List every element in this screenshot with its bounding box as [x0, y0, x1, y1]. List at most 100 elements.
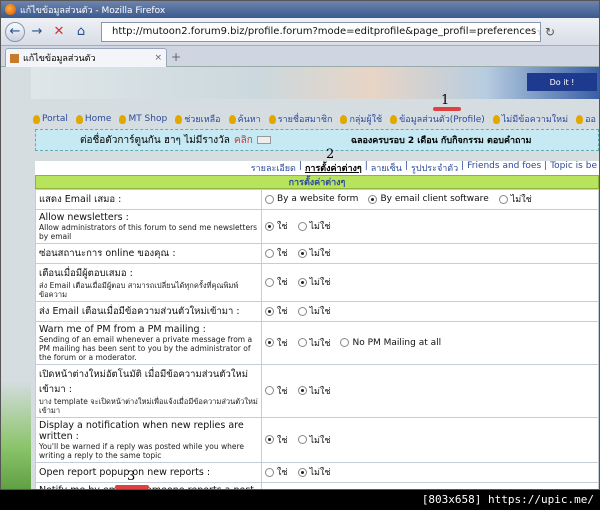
radio-button-icon[interactable]: [265, 248, 274, 258]
lightbulb-icon: [75, 114, 83, 124]
radio-label: ไม่ใช่: [510, 195, 532, 206]
forum-nav-link[interactable]: ข้อมูลส่วนตัว(Profile): [390, 111, 485, 127]
radio-option[interactable]: ไม่ใช่: [297, 465, 330, 479]
reload-icon[interactable]: ↻: [545, 25, 555, 39]
radio-button-icon[interactable]: [265, 306, 274, 316]
subnav-link[interactable]: ลายเซ็น: [371, 161, 402, 175]
preference-description: ส่ง Email เตือนเมื่อมีผู้ตอบ สามารถเปลี่…: [39, 281, 239, 299]
preference-label-cell: Open report popup on new reports :: [35, 462, 262, 483]
radio-option[interactable]: ไม่ใช่: [297, 246, 330, 260]
radio-option[interactable]: ไม่ใช่: [297, 304, 330, 318]
subnav-link[interactable]: รายละเอียด: [251, 161, 296, 175]
radio-option[interactable]: ใช่: [265, 384, 288, 398]
preference-row: Warn me of PM from a PM mailing : Sending…: [35, 321, 599, 365]
preference-label: ซ่อนสถานะการ online ของคุณ :: [39, 248, 176, 259]
radio-option[interactable]: ใช่: [265, 275, 288, 289]
radio-option[interactable]: ใช่: [265, 304, 288, 318]
upload-stamp: [803x658] https://upic.me/: [421, 493, 594, 506]
radio-option[interactable]: ไม่ใช่: [297, 275, 330, 289]
radio-button-icon[interactable]: [297, 221, 307, 231]
radio-button-icon[interactable]: [265, 277, 274, 287]
radio-label: ใช่: [277, 338, 288, 349]
home-icon[interactable]: ⌂: [71, 22, 91, 42]
forum-nav-link[interactable]: ออ: [576, 111, 596, 127]
radio-option[interactable]: ไม่ใช่: [297, 219, 330, 233]
radio-option[interactable]: No PM Mailing at all: [340, 338, 441, 348]
firefox-icon: [5, 4, 16, 15]
profile-subnav: รายละเอียด | การตั้งค่าต่างๆ | ลายเซ็น | รูปปร…: [35, 161, 599, 175]
radio-label: ใช่: [277, 435, 288, 446]
forum-nav-link[interactable]: ไม่มีข้อความใหม่: [492, 111, 568, 127]
radio-option[interactable]: ใช่: [265, 246, 288, 260]
forum-nav-link[interactable]: Portal: [33, 111, 68, 127]
forum-nav-label: ข้อมูลส่วนตัว(Profile): [399, 115, 485, 125]
back-icon[interactable]: ←: [5, 21, 25, 42]
banner-logo: Do it !: [527, 73, 597, 91]
radio-button-icon[interactable]: [297, 277, 307, 287]
radio-option[interactable]: By email client software: [368, 194, 489, 204]
preference-label: แสดง Email เสมอ :: [39, 194, 122, 205]
subnav-link[interactable]: รูปประจำตัว: [411, 161, 458, 175]
radio-option[interactable]: By a website form: [265, 194, 358, 204]
radio-button-icon[interactable]: [297, 386, 307, 396]
radio-button-icon[interactable]: [297, 248, 307, 258]
radio-option[interactable]: ไม่ใช่: [298, 488, 331, 489]
tab-close-icon[interactable]: ×: [154, 53, 162, 63]
radio-label: ใช่: [277, 222, 288, 233]
forum-nav-link[interactable]: รายชื่อสมาชิก: [268, 111, 333, 127]
radio-option[interactable]: ไม่ใช่: [297, 336, 330, 350]
url-text: http://mutoon2.forum9.biz/profile.forum?…: [112, 26, 537, 37]
forum-nav-link[interactable]: Home: [75, 111, 111, 127]
forum-nav-link[interactable]: ค้นหา: [228, 111, 261, 127]
radio-label: No PM Mailing at all: [352, 337, 442, 348]
browser-window: แก้ไขข้อมูลส่วนตัว - Mozilla Firefox ← →…: [0, 0, 600, 490]
subnav-link[interactable]: Friends and foes: [467, 161, 541, 175]
radio-button-icon[interactable]: [265, 194, 274, 204]
radio-option[interactable]: ไม่ใช่: [498, 192, 532, 206]
lightbulb-icon: [576, 114, 584, 124]
preference-row: Display a notification when new replies …: [35, 417, 599, 463]
radio-option[interactable]: ไม่ใช่: [297, 433, 330, 447]
radio-button-icon[interactable]: [340, 338, 350, 348]
radio-option[interactable]: ใช่: [265, 465, 288, 479]
bookmark-star-icon[interactable]: ☆: [536, 25, 540, 38]
radio-button-icon[interactable]: [297, 306, 307, 316]
stop-icon[interactable]: ✕: [49, 22, 69, 42]
radio-option[interactable]: ไม่ใช่: [297, 384, 331, 398]
preference-label-cell: เตือนเมื่อมีผู้ตอบเสมอ : ส่ง Email เตือนเ…: [35, 263, 262, 302]
url-bar[interactable]: http://mutoon2.forum9.biz/profile.forum?…: [101, 21, 541, 42]
preference-label: Warn me of PM from a PM mailing :: [39, 324, 206, 335]
radio-button-icon[interactable]: [265, 386, 274, 396]
radio-button-icon[interactable]: [265, 338, 274, 348]
subnav-separator: |: [544, 161, 548, 171]
radio-label: ใช่: [277, 488, 288, 489]
radio-button-icon[interactable]: [265, 221, 274, 231]
radio-label: ใช่: [277, 468, 288, 478]
forum-nav-link[interactable]: ช่วยเหลือ: [175, 111, 221, 127]
radio-option[interactable]: ใช่: [265, 219, 288, 233]
radio-option[interactable]: ใช่: [265, 433, 288, 447]
lightbulb-icon: [228, 114, 236, 124]
radio-button-icon[interactable]: [368, 194, 378, 204]
radio-button-icon[interactable]: [297, 435, 307, 445]
new-tab-icon[interactable]: +: [171, 50, 181, 64]
radio-button-icon[interactable]: [265, 467, 274, 477]
radio-option[interactable]: ใช่: [265, 488, 288, 489]
radio-label: ไม่ใช่: [309, 386, 331, 397]
preference-label-cell: Allow newsletters : Allow administrators …: [35, 209, 262, 244]
radio-button-icon[interactable]: [498, 194, 508, 204]
radio-option[interactable]: ใช่: [265, 336, 288, 350]
radio-button-icon[interactable]: [297, 338, 307, 348]
radio-button-icon[interactable]: [297, 467, 307, 477]
subnav-separator: |: [461, 161, 465, 171]
callout-2: 2: [326, 147, 335, 162]
subnav-link[interactable]: การตั้งค่าต่างๆ: [305, 161, 362, 175]
forum-nav-link[interactable]: กลุ่มผู้ใช้: [340, 111, 382, 127]
tab-profile[interactable]: แก้ไขข้อมูลส่วนตัว ×: [5, 48, 167, 67]
forum-nav-label: รายชื่อสมาชิก: [277, 115, 333, 125]
forward-icon[interactable]: →: [27, 22, 47, 42]
subnav-link[interactable]: Topic is be: [550, 161, 597, 175]
radio-button-icon[interactable]: [265, 435, 274, 445]
forum-nav-link[interactable]: MT Shop: [119, 111, 167, 127]
announcement-link[interactable]: คลิก: [234, 133, 253, 148]
